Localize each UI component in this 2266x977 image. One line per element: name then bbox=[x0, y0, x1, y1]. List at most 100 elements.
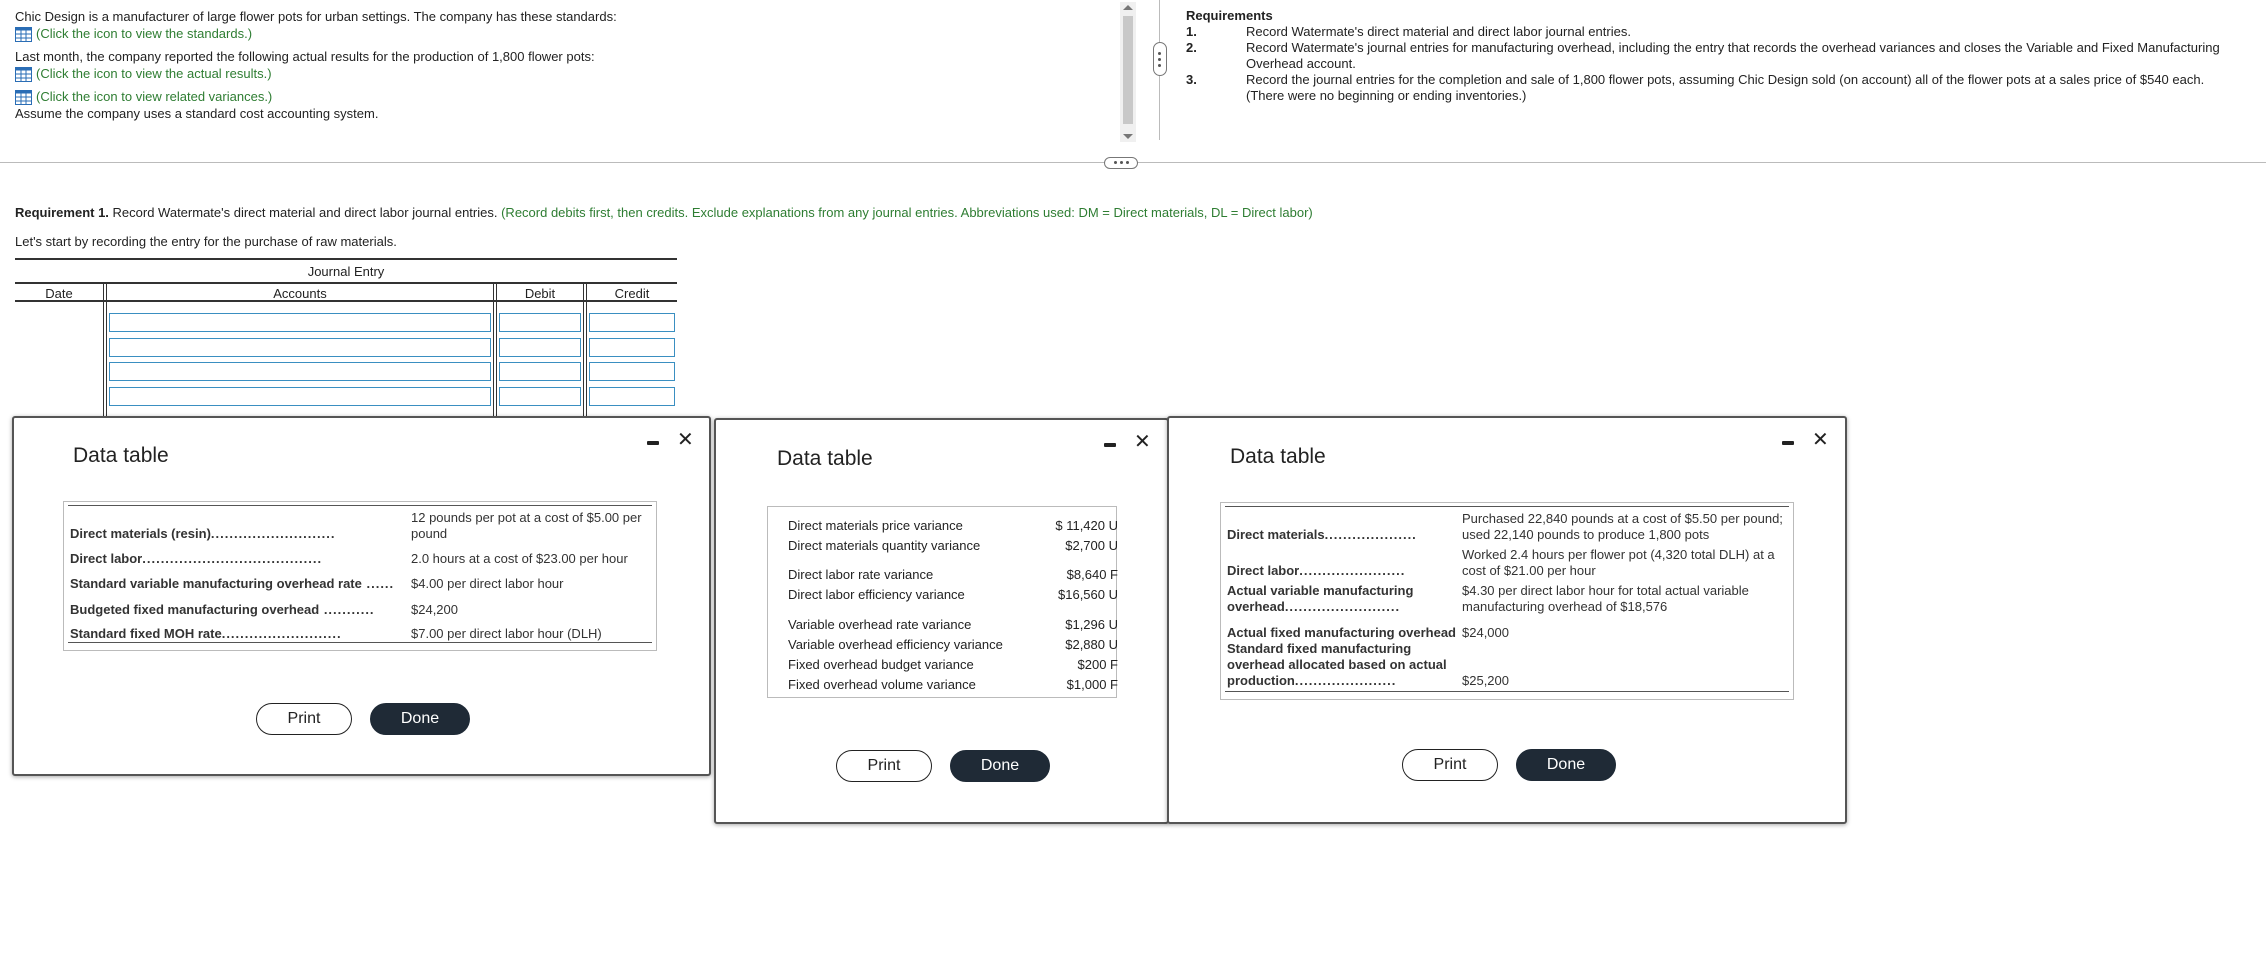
actual-results-link[interactable]: (Click the icon to view the actual resul… bbox=[15, 65, 1095, 83]
dialog-title: Data table bbox=[777, 447, 873, 470]
row-value: 12 pounds per pot at a cost of $5.00 per bbox=[411, 510, 642, 525]
variances-data-table-dialog: Data table ✕ Direct materials price vari… bbox=[714, 418, 1169, 824]
requirement-text: Record Watermate's direct material and d… bbox=[1246, 24, 1631, 39]
problem-intro: Chic Design is a manufacturer of large f… bbox=[15, 8, 1095, 122]
requirement-item: 1. Record Watermate's direct material an… bbox=[1186, 24, 2246, 40]
actual-results-table: Purchased 22,840 pounds at a cost of $5.… bbox=[1220, 502, 1794, 700]
row-label: Standard fixed manufacturing bbox=[1227, 641, 1412, 656]
account-input[interactable] bbox=[109, 362, 491, 381]
print-button[interactable]: Print bbox=[256, 703, 352, 735]
row-label: Direct materials (resin)................… bbox=[70, 526, 336, 541]
intro-line-3: Assume the company uses a standard cost … bbox=[15, 106, 379, 122]
row-value: $7.00 per direct labor hour (DLH) bbox=[411, 626, 602, 641]
requirement-text: Record the journal entries for the compl… bbox=[1246, 72, 2205, 103]
row-label: Standard variable manufacturing overhead… bbox=[70, 576, 395, 591]
table-icon[interactable] bbox=[15, 67, 32, 83]
row-label: overhead......................... bbox=[1227, 599, 1401, 614]
row-value: manufacturing overhead of $18,576 bbox=[1462, 599, 1668, 614]
scroll-thumb[interactable] bbox=[1123, 16, 1133, 124]
row-value: Worked 2.4 hours per flower pot (4,320 t… bbox=[1462, 547, 1775, 562]
requirements-heading: Requirements bbox=[1186, 8, 1273, 23]
done-button[interactable]: Done bbox=[370, 703, 470, 735]
table-icon[interactable] bbox=[15, 27, 32, 43]
requirement-text: Record Watermate's journal entries for m… bbox=[1246, 40, 2220, 71]
done-button[interactable]: Done bbox=[950, 750, 1050, 782]
table-icon[interactable] bbox=[15, 90, 32, 106]
requirement-number: 1. bbox=[1186, 24, 1197, 39]
requirement-1-text: Record Watermate's direct material and d… bbox=[108, 205, 498, 220]
requirement-item: 3. Record the journal entries for the co… bbox=[1186, 72, 2246, 104]
row-value: pound bbox=[411, 526, 448, 541]
intro-line-2: Last month, the company reported the fol… bbox=[15, 49, 595, 65]
standards-link-text[interactable]: (Click the icon to view the standards.) bbox=[36, 26, 252, 41]
standards-rows: 12 pounds per pot at a cost of $5.00 per… bbox=[64, 502, 656, 650]
debit-input[interactable] bbox=[499, 313, 581, 332]
debit-input[interactable] bbox=[499, 362, 581, 381]
row-value: cost of $21.00 per hour bbox=[1462, 563, 1596, 578]
standards-table: 12 pounds per pot at a cost of $5.00 per… bbox=[63, 501, 657, 651]
row-value: $24,000 bbox=[1462, 625, 1509, 640]
start-instruction: Let's start by recording the entry for t… bbox=[15, 234, 397, 249]
row-value: $4.30 per direct labor hour for total ac… bbox=[1462, 583, 1749, 598]
scroll-down-icon[interactable] bbox=[1123, 134, 1133, 139]
standards-link[interactable]: (Click the icon to view the standards.) bbox=[15, 25, 1095, 43]
row-label: Direct materials.................... bbox=[1227, 527, 1417, 542]
close-icon[interactable]: ✕ bbox=[1812, 430, 1829, 450]
debit-input[interactable] bbox=[499, 387, 581, 406]
variances-link-text[interactable]: (Click the icon to view related variance… bbox=[36, 89, 272, 104]
credit-input[interactable] bbox=[589, 362, 675, 381]
minimize-icon[interactable] bbox=[1104, 443, 1116, 447]
column-accounts: Accounts bbox=[273, 286, 327, 301]
scroll-up-icon[interactable] bbox=[1123, 5, 1133, 10]
requirement-1-instructions: (Record debits first, then credits. Excl… bbox=[497, 205, 1313, 220]
print-button[interactable]: Print bbox=[1402, 749, 1498, 781]
row-label: overhead allocated based on actual bbox=[1227, 657, 1447, 672]
row-label: Standard fixed MOH rate.................… bbox=[70, 626, 342, 641]
done-button[interactable]: Done bbox=[1516, 749, 1616, 781]
requirement-1-label: Requirement 1. bbox=[15, 205, 109, 220]
minimize-icon[interactable] bbox=[1782, 441, 1794, 445]
actual-results-link-text[interactable]: (Click the icon to view the actual resul… bbox=[36, 66, 272, 81]
requirement-number: 3. bbox=[1186, 72, 1197, 87]
requirement-number: 2. bbox=[1186, 40, 1197, 55]
debit-input[interactable] bbox=[499, 338, 581, 357]
account-input[interactable] bbox=[109, 338, 491, 357]
row-value: $4.00 per direct labor hour bbox=[411, 576, 564, 591]
journal-title: Journal Entry bbox=[307, 264, 385, 279]
dialog-title: Data table bbox=[1230, 445, 1326, 468]
close-icon[interactable]: ✕ bbox=[1134, 432, 1151, 452]
row-value: $25,200 bbox=[1462, 673, 1509, 688]
variances-table: Direct materials price variance $ 11,420 … bbox=[767, 506, 1118, 698]
row-value: 2.0 hours at a cost of $23.00 per hour bbox=[411, 551, 628, 566]
credit-input[interactable] bbox=[589, 313, 675, 332]
intro-scrollbar[interactable] bbox=[1120, 2, 1136, 142]
row-value: $24,200 bbox=[411, 602, 458, 617]
actual-results-rows: Purchased 22,840 pounds at a cost of $5.… bbox=[1221, 503, 1793, 699]
column-debit: Debit bbox=[524, 286, 556, 301]
row-label: Direct labor............................… bbox=[70, 551, 323, 566]
requirements-panel: Requirements 1. Record Watermate's direc… bbox=[1186, 8, 2246, 104]
variances-link[interactable]: (Click the icon to view related variance… bbox=[15, 88, 1095, 106]
horizontal-resize-handle[interactable] bbox=[1104, 157, 1138, 169]
print-button[interactable]: Print bbox=[836, 750, 932, 782]
vertical-resize-handle[interactable] bbox=[1153, 42, 1167, 76]
credit-input[interactable] bbox=[589, 387, 675, 406]
credit-input[interactable] bbox=[589, 338, 675, 357]
row-value: used 22,140 pounds to produce 1,800 pots bbox=[1462, 527, 1710, 542]
column-credit: Credit bbox=[614, 286, 650, 301]
account-input[interactable] bbox=[109, 313, 491, 332]
close-icon[interactable]: ✕ bbox=[677, 430, 694, 450]
column-date: Date bbox=[45, 286, 73, 301]
row-label: production...................... bbox=[1227, 673, 1397, 688]
requirement-1-prompt: Requirement 1. Record Watermate's direct… bbox=[15, 205, 1313, 220]
account-input[interactable] bbox=[109, 387, 491, 406]
row-value: Purchased 22,840 pounds at a cost of $5.… bbox=[1462, 511, 1783, 526]
row-label: Actual variable manufacturing bbox=[1227, 583, 1414, 598]
row-label: Direct labor....................... bbox=[1227, 563, 1406, 578]
row-label: Actual fixed manufacturing overhead bbox=[1227, 625, 1456, 640]
dialog-title: Data table bbox=[73, 444, 169, 467]
intro-line-1: Chic Design is a manufacturer of large f… bbox=[15, 9, 617, 24]
minimize-icon[interactable] bbox=[647, 441, 659, 445]
actual-results-data-table-dialog: Data table ✕ Purchased 22,840 pounds at … bbox=[1167, 416, 1847, 824]
standards-data-table-dialog: Data table ✕ 12 pounds per pot at a cost… bbox=[12, 416, 711, 776]
